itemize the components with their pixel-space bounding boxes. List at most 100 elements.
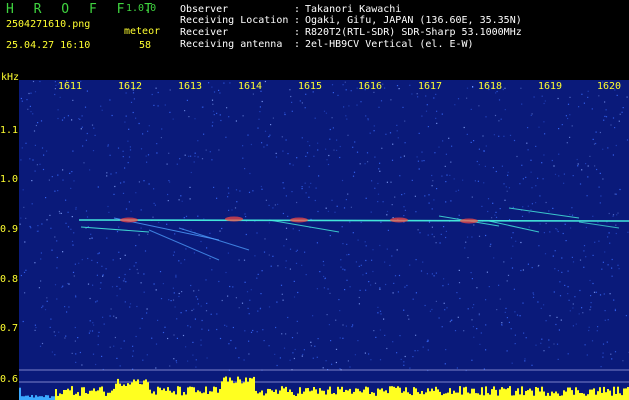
noise-speck: [604, 319, 606, 321]
noise-speck: [124, 254, 126, 256]
noise-speck: [122, 150, 124, 152]
noise-speck: [69, 172, 71, 174]
noise-speck: [354, 354, 356, 356]
noise-speck: [421, 151, 423, 153]
level-bar: [87, 393, 89, 400]
noise-speck: [30, 92, 32, 94]
noise-speck: [153, 202, 155, 204]
noise-speck: [379, 287, 381, 289]
level-bar: [83, 387, 85, 400]
noise-speck: [577, 165, 579, 167]
noise-speck: [470, 108, 472, 110]
level-bar: [601, 392, 603, 400]
noise-speck: [506, 190, 508, 192]
noise-speck: [176, 318, 178, 320]
noise-speck: [178, 295, 180, 298]
noise-speck: [432, 180, 434, 182]
level-bar: [201, 393, 203, 400]
noise-speck: [506, 350, 508, 352]
noise-speck: [431, 226, 433, 228]
noise-speck: [473, 224, 475, 226]
noise-speck: [386, 248, 388, 250]
noise-speck: [89, 297, 91, 300]
noise-speck: [266, 144, 268, 146]
noise-speck: [524, 358, 526, 360]
noise-speck: [451, 319, 453, 321]
noise-speck: [339, 368, 341, 370]
noise-speck: [257, 310, 259, 312]
noise-speck: [75, 208, 77, 210]
noise-speck: [136, 268, 138, 271]
noise-speck: [256, 232, 258, 234]
noise-speck: [213, 91, 216, 93]
noise-speck: [34, 324, 36, 326]
x-tick-label: 1617: [418, 81, 443, 92]
noise-speck: [96, 274, 98, 276]
noise-speck: [523, 332, 525, 334]
noise-speck: [209, 151, 211, 153]
noise-speck: [315, 187, 317, 189]
noise-speck: [485, 116, 487, 118]
noise-speck: [538, 126, 540, 128]
noise-speck: [495, 170, 497, 173]
noise-speck: [78, 118, 80, 120]
noise-speck: [169, 365, 171, 367]
noise-speck: [263, 340, 265, 342]
noise-speck: [422, 261, 424, 263]
noise-speck: [220, 119, 222, 122]
noise-speck: [480, 332, 482, 334]
noise-speck: [72, 271, 75, 273]
level-bar: [491, 389, 493, 400]
noise-speck: [97, 253, 99, 255]
noise-speck: [565, 240, 567, 242]
noise-speck: [252, 190, 254, 192]
noise-speck: [417, 160, 419, 162]
noise-speck: [370, 359, 372, 361]
noise-speck: [181, 200, 183, 202]
noise-speck: [62, 179, 64, 181]
noise-speck: [310, 341, 312, 343]
noise-speck: [346, 243, 348, 245]
noise-speck: [241, 302, 244, 304]
noise-speck: [613, 299, 615, 301]
noise-speck: [312, 357, 314, 359]
level-bar: [573, 394, 575, 400]
noise-speck: [593, 291, 596, 293]
noise-speck: [567, 270, 569, 272]
level-bar: [141, 384, 143, 400]
noise-speck: [248, 353, 250, 355]
level-bar: [581, 393, 583, 400]
level-bar: [493, 386, 495, 400]
noise-speck: [414, 350, 416, 352]
noise-speck: [55, 84, 57, 86]
level-bar: [381, 388, 383, 400]
noise-speck: [244, 330, 246, 332]
noise-speck: [345, 89, 347, 91]
noise-speck: [380, 100, 383, 102]
noise-speck: [552, 207, 554, 209]
noise-speck: [57, 174, 59, 176]
noise-speck: [67, 226, 70, 228]
noise-speck: [324, 277, 326, 279]
noise-speck: [500, 118, 502, 120]
noise-speck: [138, 122, 140, 125]
noise-speck: [404, 142, 406, 144]
level-bar: [245, 377, 247, 400]
noise-speck: [263, 251, 266, 253]
noise-speck: [540, 307, 542, 309]
noise-speck: [588, 329, 590, 332]
noise-speck: [555, 323, 557, 326]
noise-speck: [169, 89, 171, 91]
noise-speck: [155, 87, 157, 89]
noise-speck: [507, 171, 509, 173]
noise-speck: [334, 211, 336, 213]
noise-speck: [180, 312, 182, 314]
noise-speck: [365, 115, 367, 117]
noise-speck: [621, 111, 623, 113]
noise-speck: [457, 316, 459, 318]
noise-speck: [556, 229, 558, 231]
level-bar: [479, 394, 481, 400]
level-bar: [183, 392, 185, 400]
noise-speck: [51, 351, 53, 353]
noise-speck: [342, 243, 344, 245]
